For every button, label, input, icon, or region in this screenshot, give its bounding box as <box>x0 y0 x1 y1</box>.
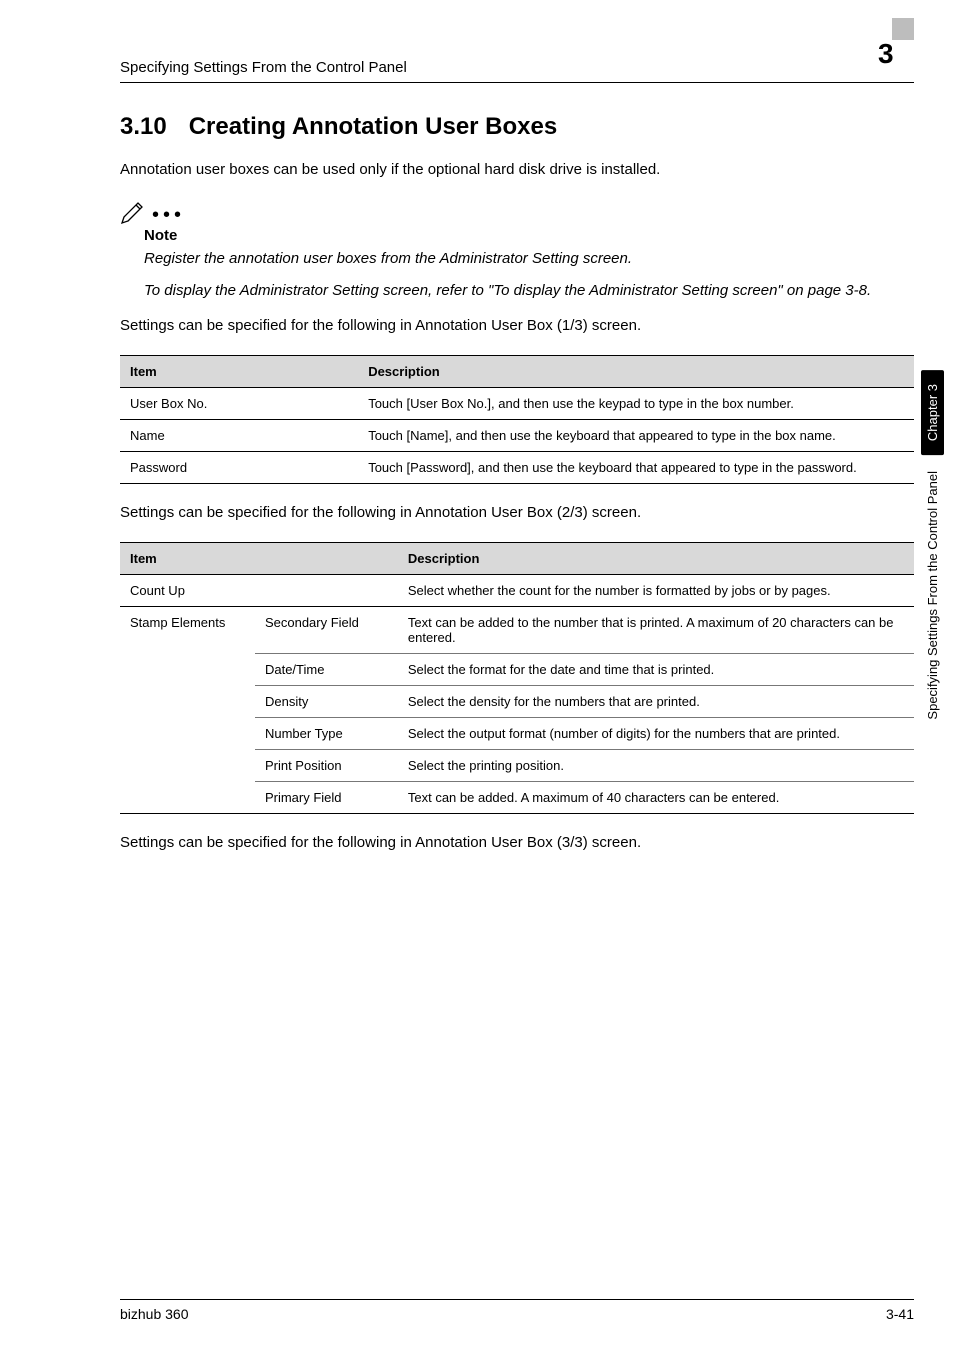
t1-header-desc: Description <box>358 356 914 388</box>
t2-r2-sub: Secondary Field <box>255 606 398 653</box>
side-tabs: Chapter 3 Specifying Settings From the C… <box>921 370 944 724</box>
t2-r1-item: Count Up <box>120 574 398 606</box>
table3-intro: Settings can be specified for the follow… <box>120 832 914 854</box>
table2-intro: Settings can be specified for the follow… <box>120 502 914 524</box>
chapter-number: 3 <box>878 40 914 68</box>
t2-header-item: Item <box>120 542 398 574</box>
side-tab-chapter: Chapter 3 <box>921 370 944 455</box>
section-number: 3.10 <box>120 113 167 141</box>
pen-icon <box>120 199 146 225</box>
t1-r1-item: User Box No. <box>120 388 358 420</box>
note-dots: ••• <box>152 205 185 225</box>
t2-r3-sub: Date/Time <box>255 653 398 685</box>
t1-r1-desc: Touch [User Box No.], and then use the k… <box>358 388 914 420</box>
section-heading: 3.10 Creating Annotation User Boxes <box>120 113 914 141</box>
t2-r5-desc: Select the output format (number of digi… <box>398 717 914 749</box>
t2-r4-desc: Select the density for the numbers that … <box>398 685 914 717</box>
t2-header-desc: Description <box>398 542 914 574</box>
note-icon: ••• <box>120 199 914 225</box>
t2-group-label: Stamp Elements <box>120 606 255 813</box>
t1-r2-item: Name <box>120 420 358 452</box>
t2-r4-sub: Density <box>255 685 398 717</box>
side-tab-section: Specifying Settings From the Control Pan… <box>923 467 942 724</box>
settings-table-1: Item Description User Box No. Touch [Use… <box>120 355 914 484</box>
t2-r5-sub: Number Type <box>255 717 398 749</box>
footer-right: 3-41 <box>886 1306 914 1322</box>
running-title: Specifying Settings From the Control Pan… <box>120 59 407 76</box>
t1-r3-item: Password <box>120 452 358 484</box>
t2-r7-desc: Text can be added. A maximum of 40 chara… <box>398 781 914 813</box>
chapter-tab-decoration <box>892 18 914 40</box>
settings-table-2: Item Description Count Up Select whether… <box>120 542 914 814</box>
note-paragraph-1: Register the annotation user boxes from … <box>144 248 914 270</box>
note-label: Note <box>144 227 914 244</box>
footer-left: bizhub 360 <box>120 1306 189 1322</box>
t2-r7-sub: Primary Field <box>255 781 398 813</box>
t1-r2-desc: Touch [Name], and then use the keyboard … <box>358 420 914 452</box>
section-title: Creating Annotation User Boxes <box>189 113 558 141</box>
page-footer: bizhub 360 3-41 <box>120 1299 914 1322</box>
note-paragraph-2: To display the Administrator Setting scr… <box>144 280 914 302</box>
t2-r3-desc: Select the format for the date and time … <box>398 653 914 685</box>
t2-r6-sub: Print Position <box>255 749 398 781</box>
t2-r6-desc: Select the printing position. <box>398 749 914 781</box>
running-header: Specifying Settings From the Control Pan… <box>120 40 914 83</box>
t1-r3-desc: Touch [Password], and then use the keybo… <box>358 452 914 484</box>
intro-paragraph: Annotation user boxes can be used only i… <box>120 159 914 181</box>
t2-r2-desc: Text can be added to the number that is … <box>398 606 914 653</box>
t2-r1-desc: Select whether the count for the number … <box>398 574 914 606</box>
chapter-mark: 3 <box>878 40 914 76</box>
table1-intro: Settings can be specified for the follow… <box>120 315 914 337</box>
t1-header-item: Item <box>120 356 358 388</box>
note-block: ••• Note Register the annotation user bo… <box>120 199 914 302</box>
